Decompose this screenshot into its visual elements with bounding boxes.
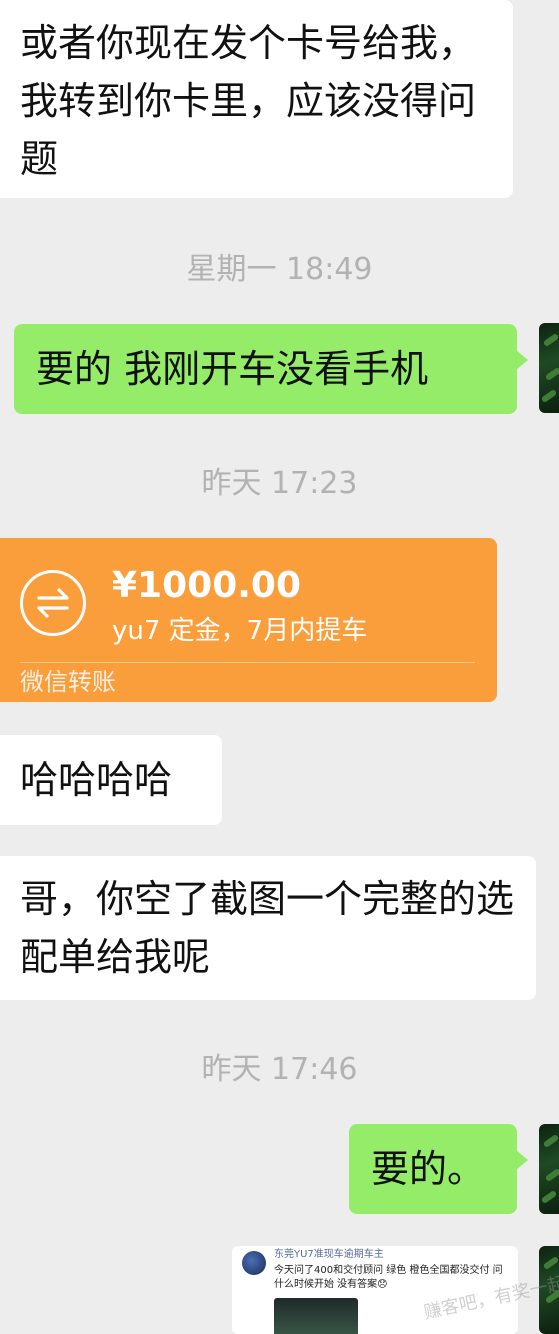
message-incoming[interactable]: 哥，你空了截图一个完整的选配单给我呢 bbox=[0, 856, 536, 1000]
message-incoming[interactable]: 哈哈哈哈 bbox=[0, 735, 222, 825]
my-avatar[interactable] bbox=[539, 1124, 559, 1214]
timestamp: 星期一 18:49 bbox=[186, 252, 373, 287]
chat-thread: 或者你现在发个卡号给我，我转到你卡里，应该没得问题 星期一 18:49 要的 我… bbox=[0, 0, 559, 1334]
timestamp: 昨天 17:46 bbox=[201, 1052, 358, 1087]
message-text: 或者你现在发个卡号给我，我转到你卡里，应该没得问题 bbox=[20, 21, 477, 181]
my-avatar[interactable] bbox=[539, 323, 559, 413]
share-author-name: 东莞YU7准现车逾期车主 bbox=[274, 1249, 384, 1260]
transfer-amount: ¥1000.00 bbox=[112, 565, 302, 606]
message-text: 要的 我刚开车没看手机 bbox=[36, 347, 429, 391]
divider bbox=[20, 662, 475, 663]
timestamp: 昨天 17:23 bbox=[201, 466, 358, 501]
message-incoming[interactable]: 或者你现在发个卡号给我，我转到你卡里，应该没得问题 bbox=[0, 0, 513, 198]
car-thumbnail bbox=[274, 1298, 358, 1334]
avatar bbox=[242, 1251, 266, 1275]
message-outgoing[interactable]: 要的 我刚开车没看手机 bbox=[14, 324, 528, 414]
transfer-label: 微信转账 bbox=[20, 668, 116, 696]
transfer-arrows-icon bbox=[20, 570, 86, 636]
message-text: 要的。 bbox=[371, 1147, 486, 1191]
message-text: 哈哈哈哈 bbox=[20, 758, 173, 802]
transfer-note: yu7 定金，7月内提车 bbox=[112, 616, 368, 646]
message-text: 哥，你空了截图一个完整的选配单给我呢 bbox=[20, 877, 515, 979]
wechat-transfer-card[interactable]: ¥1000.00 yu7 定金，7月内提车 微信转账 bbox=[0, 538, 497, 702]
message-outgoing[interactable]: 要的。 bbox=[349, 1124, 528, 1214]
